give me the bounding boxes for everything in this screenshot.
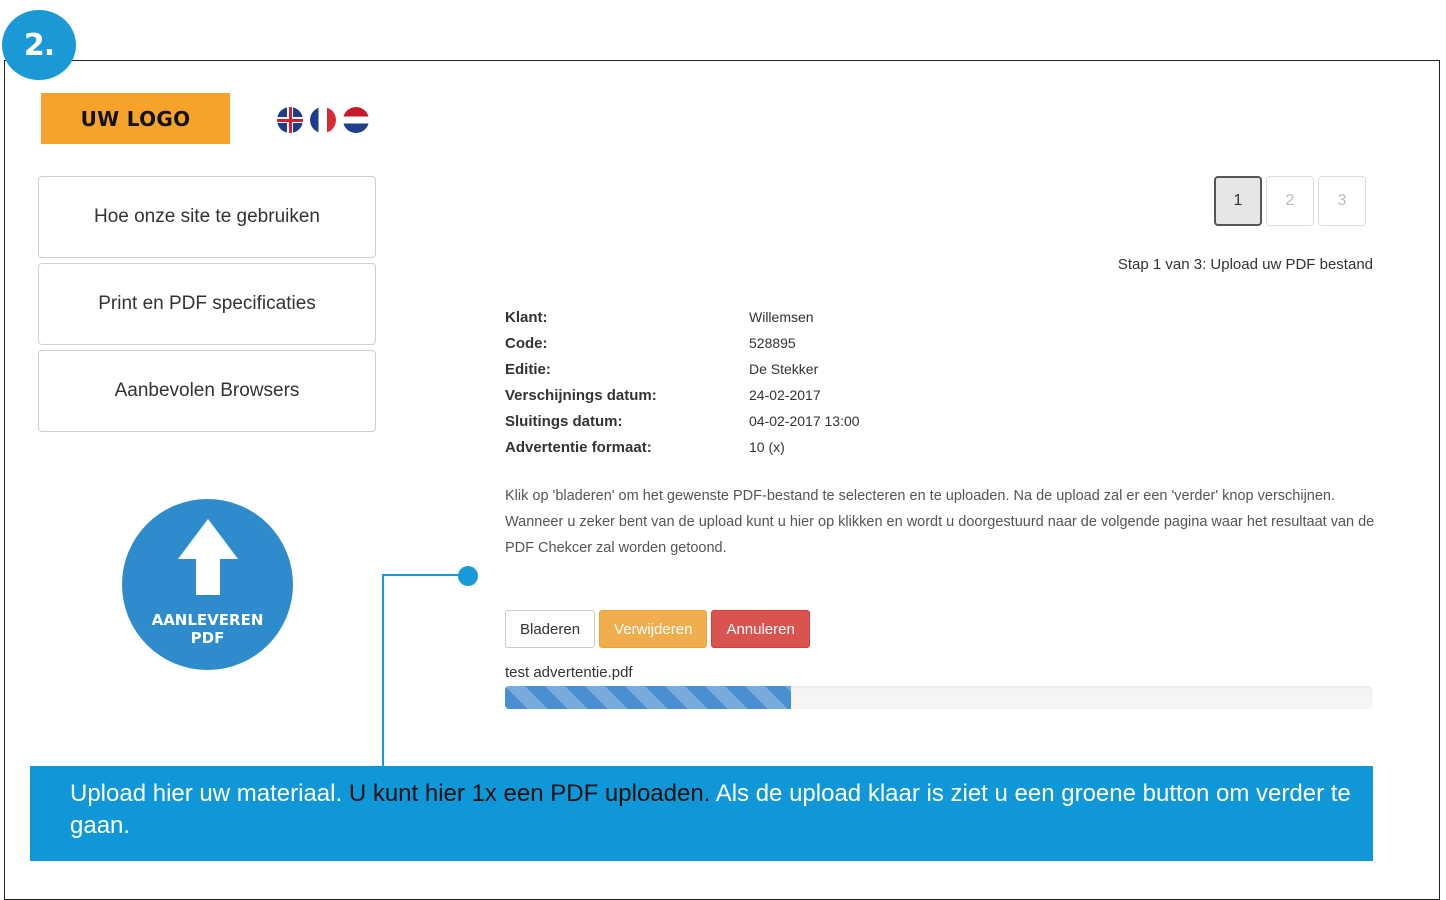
info-label: Advertentie formaat: [505,438,652,456]
callout-pointer-dot [458,566,478,586]
info-value: De Stekker [749,361,819,377]
page-3-button[interactable]: 3 [1318,176,1366,226]
flag-uk-icon[interactable] [277,107,303,133]
info-row: Editie: De Stekker [505,356,860,382]
info-label: Klant: [505,308,548,326]
callout-connector [382,574,384,766]
info-row: Advertentie formaat: 10 (x) [505,434,860,460]
info-label: Editie: [505,360,551,378]
order-info: Klant: Willemsen Code: 528895 Editie: De… [505,304,860,460]
upload-actions: Bladeren Verwijderen Annuleren [505,610,810,648]
flag-nl-icon[interactable] [343,107,369,133]
info-value: 10 (x) [749,439,785,455]
sidebar-item-usage[interactable]: Hoe onze site te gebruiken [38,176,376,258]
upload-instructions: Klik op 'bladeren' om het gewenste PDF-b… [505,488,1375,556]
info-value: 24-02-2017 [749,387,821,403]
browse-button[interactable]: Bladeren [505,610,596,648]
callout-text: Upload hier uw materiaal. [70,780,349,807]
callout-box: Upload hier uw materiaal. U kunt hier 1x… [30,766,1373,861]
info-value: 04-02-2017 13:00 [749,413,860,429]
arrow-up-icon [178,519,238,595]
flag-fr-icon[interactable] [310,107,336,133]
sidebar-item-label: Hoe onze site te gebruiken [93,206,321,227]
sidebar-item-label: Aanbevolen Browsers [114,380,300,401]
upload-progress [505,686,1372,709]
step-indicator: Stap 1 van 3: Upload uw PDF bestand [1117,256,1373,273]
info-value: Willemsen [749,309,814,325]
language-selector [277,107,369,133]
sidebar-item-label: Print en PDF specificaties [98,293,316,314]
sidebar-item-specs[interactable]: Print en PDF specificaties [38,263,376,345]
info-label: Sluitings datum: [505,412,623,430]
pagination: 1 2 3 [1214,176,1366,226]
info-row: Code: 528895 [505,330,860,356]
info-row: Verschijnings datum: 24-02-2017 [505,382,860,408]
info-row: Sluitings datum: 04-02-2017 13:00 [505,408,860,434]
upload-progress-bar [505,686,792,709]
sidebar-item-browsers[interactable]: Aanbevolen Browsers [38,350,376,432]
info-label: Code: [505,334,548,352]
info-row: Klant: Willemsen [505,304,860,330]
step-badge: 2. [2,10,76,80]
page-2-button[interactable]: 2 [1266,176,1314,226]
page-1-button[interactable]: 1 [1214,176,1262,226]
upload-pdf-button[interactable]: AANLEVEREN PDF [122,499,293,670]
info-value: 528895 [749,335,796,351]
callout-highlight: U kunt hier 1x een PDF uploaden. [348,780,711,807]
logo: UW LOGO [41,93,230,144]
remove-button[interactable]: Verwijderen [599,610,708,648]
cancel-button[interactable]: Annuleren [711,610,810,648]
upload-pdf-label: AANLEVEREN PDF [151,611,264,647]
info-label: Verschijnings datum: [505,386,657,404]
uploaded-filename: test advertentie.pdf [505,664,633,681]
callout-connector [382,574,468,576]
